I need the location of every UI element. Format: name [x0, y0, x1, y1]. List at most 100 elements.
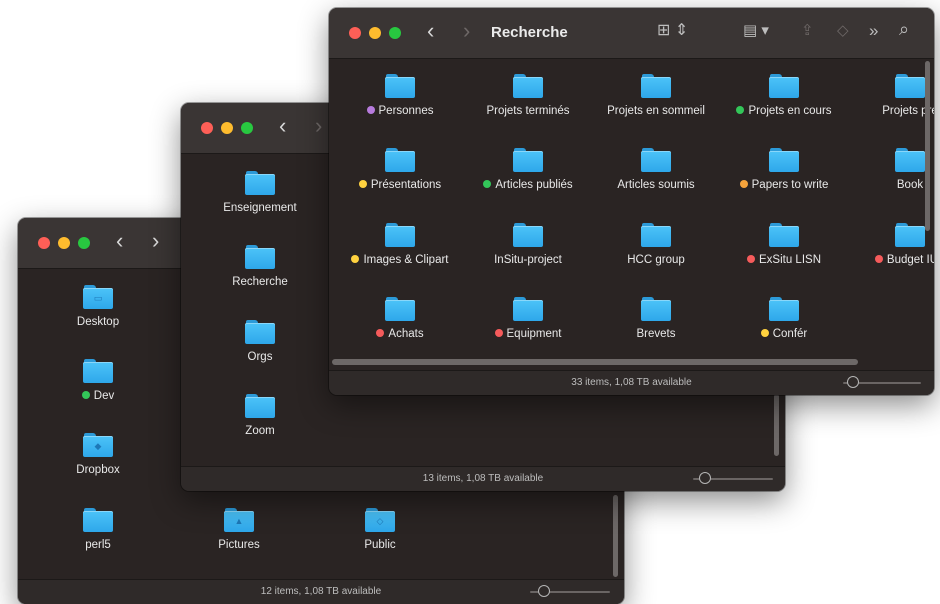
folder-item[interactable]: Zoom: [195, 394, 325, 464]
folder-icon: [769, 297, 799, 321]
folder-item[interactable]: Enseignement: [195, 171, 325, 241]
status-bar: 13 items, 1,08 TB available: [181, 466, 785, 491]
folder-item[interactable]: ExSitu LISN: [719, 223, 849, 293]
folder-item[interactable]: Articles publiés: [463, 148, 593, 218]
folder-item[interactable]: ◇ Public: [315, 508, 445, 578]
back-button[interactable]: ‹: [279, 114, 286, 138]
minimize-button[interactable]: [221, 122, 233, 134]
pictures-folder-icon: ▲: [224, 508, 254, 532]
folder-item[interactable]: ▭ Desktop: [33, 285, 163, 355]
tag-yellow-dot: [760, 329, 769, 337]
folder-item[interactable]: Budget IUF: [845, 223, 934, 293]
status-bar: 12 items, 1,08 TB available: [18, 579, 624, 604]
tag-icon[interactable]: ◇: [837, 22, 849, 40]
icon-size-slider-knob[interactable]: [847, 376, 859, 388]
share-icon[interactable]: ⇪: [801, 22, 814, 40]
icon-size-slider-knob[interactable]: [538, 585, 550, 597]
folder-icon: [895, 148, 925, 172]
folder-icon: [83, 508, 113, 532]
folder-item[interactable]: Dev: [33, 359, 163, 429]
folder-icon: [245, 394, 275, 418]
minimize-button[interactable]: [58, 237, 70, 249]
folder-icon: [513, 297, 543, 321]
item-label: Dev: [93, 390, 115, 402]
forward-button[interactable]: ›: [463, 19, 470, 43]
item-label: Personnes: [378, 105, 434, 117]
folder-item[interactable]: Brevets: [591, 297, 721, 367]
folder-icon: [895, 74, 925, 98]
folder-item[interactable]: perl5: [33, 508, 163, 578]
item-label: Desktop: [76, 316, 120, 328]
zoom-button[interactable]: [78, 237, 90, 249]
folder-item[interactable]: Projets pre: [845, 74, 934, 144]
close-button[interactable]: [201, 122, 213, 134]
folder-item[interactable]: Projets terminés: [463, 74, 593, 144]
double-chevron-right-icon[interactable]: »: [869, 22, 878, 40]
item-label: Confér: [772, 328, 808, 340]
vertical-scrollbar[interactable]: [774, 394, 779, 456]
public-folder-icon: ◇: [365, 508, 395, 532]
folder-item[interactable]: Images & Clipart: [335, 223, 465, 293]
folder-item[interactable]: HCC group: [591, 223, 721, 293]
item-label: Budget IUF: [886, 254, 934, 266]
item-label: Equipment: [506, 328, 562, 340]
dropbox-folder-icon: ◆: [83, 433, 113, 457]
close-button[interactable]: [349, 27, 361, 39]
zoom-button[interactable]: [241, 122, 253, 134]
group-by-icon[interactable]: ▤ ▾: [743, 22, 769, 40]
close-button[interactable]: [38, 237, 50, 249]
folder-item[interactable]: ▲ Pictures: [174, 508, 304, 578]
item-label: Pictures: [218, 539, 260, 551]
folder-item[interactable]: InSitu-project: [463, 223, 593, 293]
tag-green-dot: [483, 180, 492, 188]
folder-item[interactable]: Présentations: [335, 148, 465, 218]
horizontal-scrollbar[interactable]: [332, 359, 858, 365]
item-label: Projets terminés: [486, 105, 570, 117]
zoom-button[interactable]: [389, 27, 401, 39]
minimize-button[interactable]: [369, 27, 381, 39]
folder-item[interactable]: ◆ Dropbox: [33, 433, 163, 503]
forward-button[interactable]: ›: [152, 229, 159, 253]
grid-view-icon[interactable]: ⊞ ⇕: [657, 22, 688, 40]
titlebar[interactable]: ‹ › Recherche ⊞ ⇕ ▤ ▾ ⇪ ◇ » ⌕: [329, 8, 934, 59]
folder-item[interactable]: Achats: [335, 297, 465, 367]
icon-view[interactable]: Personnes Projets terminés Projets en somm…: [329, 59, 934, 370]
folder-icon: [769, 223, 799, 247]
item-label: HCC group: [627, 254, 685, 266]
forward-button[interactable]: ›: [315, 114, 322, 138]
folder-item[interactable]: Personnes: [335, 74, 465, 144]
tag-yellow-dot: [351, 255, 360, 263]
search-icon[interactable]: ⌕: [899, 20, 909, 38]
finder-window-recherche[interactable]: ‹ › Recherche ⊞ ⇕ ▤ ▾ ⇪ ◇ » ⌕ Personnes P…: [329, 8, 934, 395]
folder-icon: [385, 223, 415, 247]
folder-item[interactable]: Book: [845, 148, 934, 218]
icon-size-slider-knob[interactable]: [699, 472, 711, 484]
tag-purple-dot: [366, 106, 375, 114]
item-label: Achats: [388, 328, 424, 340]
folder-item[interactable]: Articles soumis: [591, 148, 721, 218]
tag-red-dot: [376, 329, 385, 337]
item-label: Présentations: [370, 179, 442, 191]
window-title: Recherche: [491, 24, 568, 41]
folder-item[interactable]: Confér: [719, 297, 849, 367]
tag-red-dot: [494, 329, 503, 337]
item-label: Public: [364, 539, 396, 551]
tag-red-dot: [747, 255, 755, 263]
item-label: perl5: [85, 539, 111, 551]
item-label: ExSitu LISN: [759, 254, 821, 266]
folder-item[interactable]: Projets en cours: [719, 74, 849, 144]
traffic-lights: [201, 122, 253, 134]
traffic-lights: [38, 237, 90, 249]
folder-item[interactable]: Orgs: [195, 320, 325, 390]
back-button[interactable]: ‹: [116, 229, 123, 253]
vertical-scrollbar[interactable]: [925, 61, 930, 231]
folder-item[interactable]: Equipment: [463, 297, 593, 367]
traffic-lights: [349, 27, 401, 39]
back-button[interactable]: ‹: [427, 19, 434, 43]
folder-icon: [641, 74, 671, 98]
vertical-scrollbar[interactable]: [613, 495, 618, 577]
folder-item[interactable]: Recherche: [195, 245, 325, 315]
folder-icon: [641, 148, 671, 172]
folder-item[interactable]: Papers to write: [719, 148, 849, 218]
folder-item[interactable]: Projets en sommeil: [591, 74, 721, 144]
